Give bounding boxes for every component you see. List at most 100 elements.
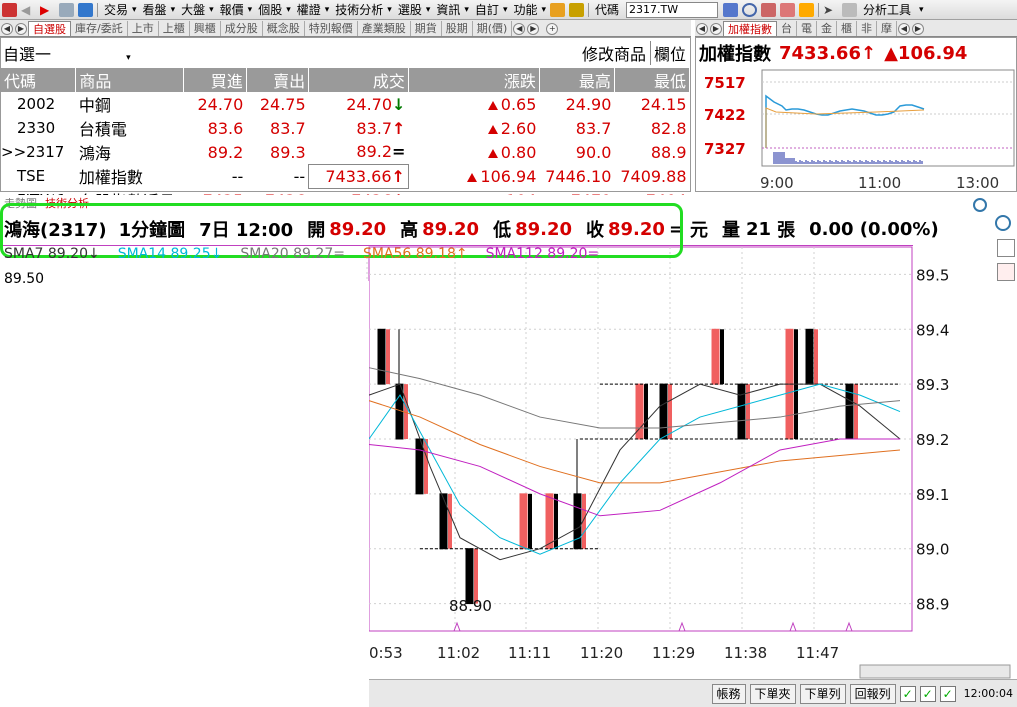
- menu-item[interactable]: 自訂: [471, 1, 503, 19]
- symbol-code: 2330: [17, 119, 56, 137]
- low-price: 88.9: [650, 142, 687, 162]
- index-tab[interactable]: 櫃: [837, 21, 857, 36]
- table-row[interactable]: 2330 台積電 83.6 83.7 83.7↑ 2.60 83.7 82.8: [1, 116, 690, 140]
- candle-shadow: [386, 329, 390, 385]
- candle: [737, 383, 746, 440]
- index-tab[interactable]: 加權指數: [723, 21, 777, 36]
- column-header[interactable]: 最低: [614, 68, 691, 92]
- index-tab[interactable]: 摩: [877, 21, 897, 36]
- menu-item[interactable]: 個股: [254, 1, 286, 19]
- watchlist-tab[interactable]: 特別報價: [305, 21, 358, 36]
- link-icon[interactable]: [78, 2, 93, 17]
- watchlist-tab[interactable]: 庫存/委託: [71, 21, 128, 36]
- watchlist-tab[interactable]: 期貨: [411, 21, 442, 36]
- tab-more-next-icon[interactable]: ▶: [527, 23, 540, 35]
- candle: [465, 548, 474, 605]
- index-tab[interactable]: 台: [777, 21, 797, 36]
- back-icon[interactable]: ◀: [21, 3, 36, 17]
- watchlist-tab[interactable]: 上市: [128, 21, 159, 36]
- watchlist-tab[interactable]: 自選股: [28, 21, 71, 36]
- analysis-tools-menu[interactable]: 分析工具: [859, 1, 915, 19]
- pen-icon[interactable]: [550, 2, 566, 17]
- settings-icon[interactable]: [842, 2, 858, 17]
- checkbox[interactable]: ✓: [899, 685, 916, 702]
- bottom-button[interactable]: 下單夾: [749, 683, 796, 704]
- index-tab[interactable]: 電: [797, 21, 817, 36]
- quote-icon[interactable]: [723, 2, 739, 17]
- checkbox[interactable]: ✓: [939, 685, 956, 702]
- tab-next-icon[interactable]: ▶: [15, 23, 27, 35]
- change-cell: 106.94: [408, 164, 539, 188]
- tab-prev-icon[interactable]: ◀: [1, 23, 13, 35]
- candle: [711, 328, 720, 385]
- index-x-tick: 9:00: [760, 174, 794, 191]
- indicator-tab[interactable]: [997, 239, 1015, 257]
- tab-more-icon[interactable]: ◀: [898, 23, 910, 35]
- alert-icon[interactable]: [799, 2, 815, 17]
- menu-item[interactable]: 權證: [293, 1, 325, 19]
- tab-next-icon[interactable]: ▶: [710, 23, 722, 35]
- column-header[interactable]: 最高: [539, 68, 615, 92]
- column-header[interactable]: 買進: [183, 68, 247, 92]
- index-x-tick: 13:00: [956, 174, 999, 191]
- menu-item[interactable]: 大盤: [177, 1, 209, 19]
- table-row[interactable]: 2002 中鋼 24.70 24.75 24.70↓ 0.65 24.90 24.15: [1, 92, 690, 116]
- zoom-in-icon[interactable]: [995, 215, 1011, 231]
- checklist-icon[interactable]: [997, 263, 1015, 281]
- column-header[interactable]: 商品: [75, 68, 185, 92]
- forward-icon[interactable]: ▶: [40, 3, 55, 17]
- column-header[interactable]: 賣出: [246, 68, 310, 92]
- checkbox[interactable]: ✓: [919, 685, 936, 702]
- watchlist-group-select[interactable]: 自選一 ▾: [3, 41, 131, 65]
- menu-item[interactable]: 資訊: [432, 1, 464, 19]
- columns-button[interactable]: 欄位: [651, 41, 690, 65]
- menu-item[interactable]: 技術分析: [331, 1, 387, 19]
- table-row[interactable]: >>2317 鴻海 89.2 89.3 89.2= 0.80 90.0 88.9: [1, 140, 690, 164]
- watchlist-tab[interactable]: 概念股: [263, 21, 305, 36]
- tab-more-next-icon[interactable]: ▶: [912, 23, 924, 35]
- symbol-input[interactable]: 2317.TW: [626, 1, 719, 18]
- user-icon[interactable]: [780, 2, 796, 17]
- home-icon[interactable]: [2, 2, 17, 17]
- lock-icon[interactable]: [569, 2, 585, 17]
- up-triangle-icon: [487, 124, 498, 134]
- menu-item[interactable]: 報價: [216, 1, 248, 19]
- search-icon[interactable]: [742, 2, 758, 17]
- tab-prev-icon[interactable]: ◀: [696, 23, 708, 35]
- watchlist-tab[interactable]: 期(價): [473, 21, 513, 36]
- chevron-down-icon[interactable]: ▾: [915, 1, 928, 19]
- tag-icon[interactable]: [761, 2, 777, 17]
- edit-symbols-button[interactable]: 修改商品: [582, 41, 651, 65]
- index-tab[interactable]: 非: [857, 21, 877, 36]
- menu-item[interactable]: 功能: [509, 1, 541, 19]
- menu-item[interactable]: 看盤: [139, 1, 171, 19]
- watchlist-tab[interactable]: 上櫃: [159, 21, 190, 36]
- last-price-cell: 83.7↑: [309, 116, 409, 140]
- cursor-icon[interactable]: ➤: [823, 3, 838, 17]
- change-cell: 0.80: [408, 140, 539, 164]
- menu-item[interactable]: 交易: [100, 1, 132, 19]
- high-price: 24.90: [565, 94, 612, 114]
- watchlist-tab[interactable]: 產業類股: [358, 21, 411, 36]
- scrollbar[interactable]: [859, 664, 1011, 679]
- menu-item[interactable]: 選股: [394, 1, 426, 19]
- bottom-button[interactable]: 回報列: [849, 683, 896, 704]
- table-row[interactable]: TSE 加權指數 -- -- 7433.66↑ 106.94 7446.10 7409.88: [1, 163, 690, 189]
- zoom-icon[interactable]: [973, 198, 987, 212]
- watchlist-tab[interactable]: 股期: [442, 21, 473, 36]
- column-header[interactable]: 成交: [308, 68, 409, 92]
- index-arrow: ↑: [860, 42, 877, 64]
- candle: [377, 328, 386, 385]
- print-icon[interactable]: [59, 2, 74, 17]
- bottom-button[interactable]: 下單列: [799, 683, 846, 704]
- index-tab[interactable]: 金: [817, 21, 837, 36]
- watchlist-tab[interactable]: 興櫃: [190, 21, 221, 36]
- bottom-button[interactable]: 帳務: [711, 683, 746, 704]
- candle-shadow: [474, 548, 478, 604]
- zoom-in-icon[interactable]: +: [546, 23, 559, 35]
- column-header[interactable]: 代碼: [1, 68, 77, 92]
- x-tick-label: 11:38: [724, 644, 767, 662]
- tab-more-icon[interactable]: ◀: [513, 23, 526, 35]
- column-header[interactable]: 漲跌: [408, 68, 540, 92]
- watchlist-tab[interactable]: 成分股: [221, 21, 263, 36]
